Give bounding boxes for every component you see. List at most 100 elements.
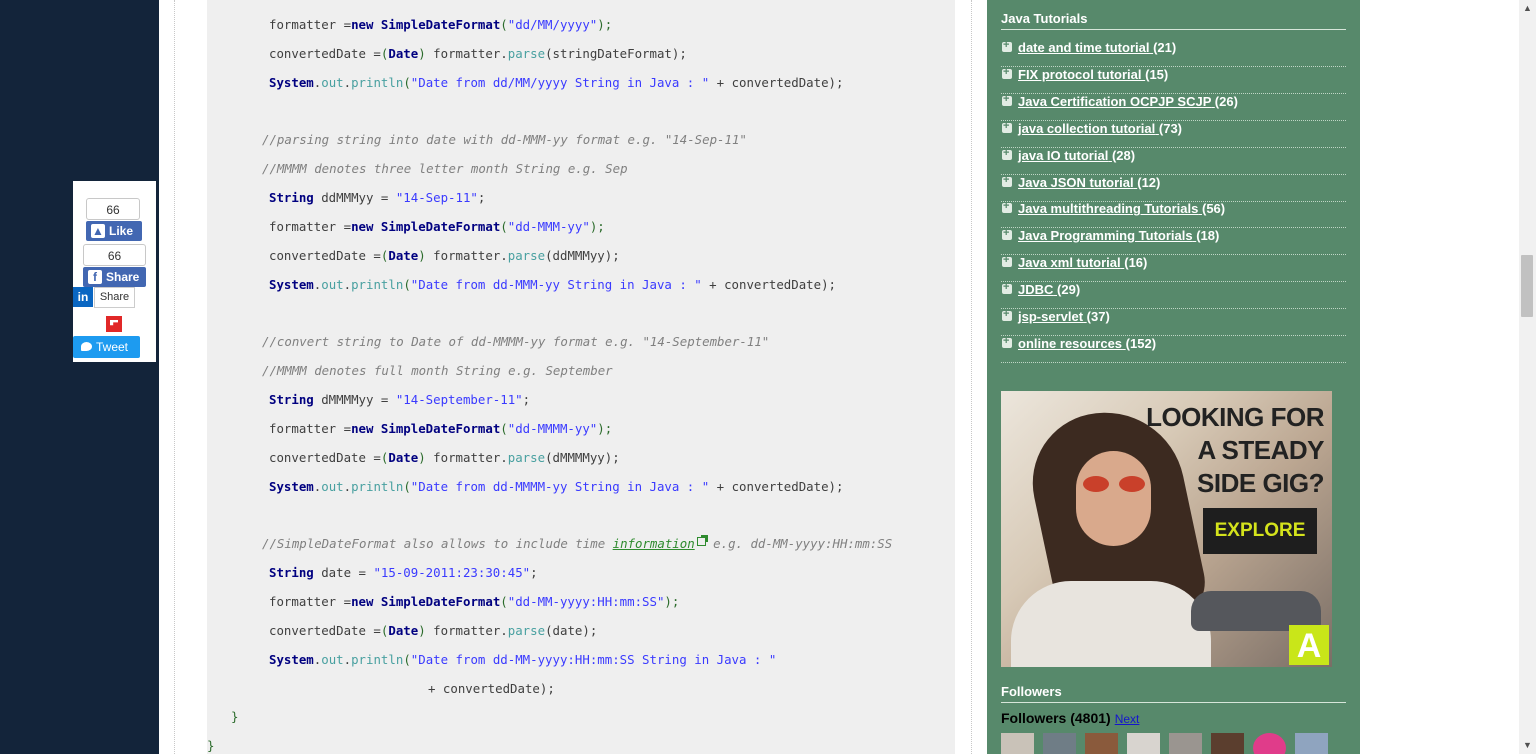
scrollbar-thumb[interactable] [1521, 255, 1533, 317]
followers-next-link[interactable]: Next [1115, 712, 1140, 726]
facebook-share-button[interactable]: f Share [83, 267, 146, 287]
category-item: Java Programming Tutorials (18) [1001, 227, 1346, 256]
expand-plus-icon[interactable] [1002, 174, 1012, 187]
ad-explore-button[interactable]: EXPLORE [1203, 508, 1317, 554]
category-link[interactable]: Java Programming Tutorials (18) [1018, 228, 1219, 243]
ad-headline-2: A STEADY [1197, 435, 1325, 465]
ad-logo: A [1289, 625, 1329, 665]
category-link[interactable]: java collection tutorial (73) [1018, 121, 1182, 136]
category-count: (12) [1137, 174, 1161, 190]
expand-plus-icon[interactable] [1002, 200, 1012, 214]
category-item: Java JSON tutorial (12) [1001, 174, 1346, 202]
category-item: JDBC (29) [1001, 281, 1346, 310]
category-link[interactable]: online resources (152) [1018, 336, 1156, 351]
expand-plus-icon[interactable] [1002, 66, 1012, 79]
follower-avatar[interactable] [1211, 733, 1244, 754]
code-line: String date = "15-09-2011:23:30:45"; [269, 565, 538, 580]
followers-divider [1001, 702, 1346, 703]
category-link[interactable]: Java Certification OCPJP SCJP (26) [1018, 94, 1238, 109]
category-count: (26) [1214, 93, 1238, 109]
share-count: 66 [83, 244, 146, 266]
expand-plus-icon[interactable] [1002, 308, 1012, 321]
expand-plus-icon[interactable] [1002, 120, 1012, 133]
category-item: java collection tutorial (73) [1001, 120, 1346, 148]
page-content: formatter =new SimpleDateFormat("dd/MM/y… [159, 0, 1520, 754]
code-comment: //parsing string into date with dd-MMM-y… [262, 132, 747, 147]
ad-headline-1: LOOKING FOR [1146, 402, 1324, 432]
content-border-left [174, 0, 175, 754]
ad-photo-shirt [1011, 581, 1211, 667]
tweet-button[interactable]: Tweet [73, 336, 140, 358]
expand-plus-icon[interactable] [1002, 147, 1012, 160]
code-comment: //MMMM denotes full month String e.g. Se… [262, 363, 613, 378]
scroll-up-arrow-icon[interactable]: ▲ [1519, 0, 1536, 17]
follower-avatar[interactable] [1085, 733, 1118, 754]
category-item: jsp-servlet (37) [1001, 308, 1346, 336]
code-line: formatter =new SimpleDateFormat("dd-MMM-… [269, 219, 605, 234]
category-count: (21) [1153, 40, 1177, 55]
code-brace: } [231, 709, 239, 724]
information-link[interactable]: information [613, 536, 695, 551]
code-line: String ddMMMyy = "14-Sep-11"; [269, 190, 486, 205]
follower-avatar[interactable] [1043, 733, 1076, 754]
expand-plus-icon[interactable] [1002, 227, 1012, 241]
follower-avatar[interactable] [1253, 733, 1286, 754]
social-share-bar: 66 ▲ Like 66 f Share in Share Tweet [73, 181, 156, 362]
expand-plus-icon[interactable] [1002, 335, 1012, 348]
category-link[interactable]: java IO tutorial (28) [1018, 148, 1135, 163]
expand-plus-icon[interactable] [1002, 93, 1012, 106]
java-tutorials-heading: Java Tutorials [1001, 11, 1088, 26]
category-item: Java Certification OCPJP SCJP (26) [1001, 93, 1346, 121]
expand-plus-icon[interactable] [1002, 39, 1012, 52]
follower-avatar[interactable] [1169, 733, 1202, 754]
sidebar: Java Tutorials date and time tutorial (2… [987, 0, 1360, 754]
code-line: convertedDate =(Date) formatter.parse(dd… [269, 248, 620, 263]
category-count: (16) [1124, 255, 1148, 271]
code-line: + convertedDate); [428, 681, 555, 696]
code-line: System.out.println("Date from dd-MM-yyyy… [269, 652, 777, 667]
category-count: (152) [1125, 335, 1157, 351]
ad-headline-3: SIDE GIG? [1197, 468, 1324, 498]
follower-avatar[interactable] [1001, 733, 1034, 754]
code-comment: //MMMM denotes three letter month String… [262, 161, 628, 176]
code-line: convertedDate =(Date) formatter.parse(st… [269, 46, 687, 61]
code-line: System.out.println("Date from dd/MM/yyyy… [269, 75, 844, 90]
category-link[interactable]: FIX protocol tutorial (15) [1018, 67, 1168, 82]
category-item: FIX protocol tutorial (15) [1001, 66, 1346, 94]
category-count: (37) [1086, 309, 1110, 324]
thumbs-up-icon: ▲ [91, 224, 105, 238]
category-count: (73) [1158, 120, 1183, 136]
category-link[interactable]: jsp-servlet (37) [1018, 309, 1110, 324]
code-line: formatter =new SimpleDateFormat("dd-MM-y… [269, 594, 680, 609]
follower-avatar[interactable] [1127, 733, 1160, 754]
category-link[interactable]: JDBC (29) [1018, 282, 1080, 297]
category-link[interactable]: Java xml tutorial (16) [1018, 255, 1147, 270]
category-item: Java xml tutorial (16) [1001, 254, 1346, 283]
category-count: (28) [1111, 147, 1136, 163]
category-link[interactable]: date and time tutorial (21) [1018, 40, 1176, 55]
scroll-down-arrow-icon[interactable]: ▼ [1519, 737, 1536, 754]
code-line: System.out.println("Date from dd-MMMM-yy… [269, 479, 844, 494]
expand-plus-icon[interactable] [1002, 281, 1012, 295]
category-count: (56) [1201, 201, 1226, 217]
category-item: Java multithreading Tutorials (56) [1001, 200, 1346, 229]
scrollbar[interactable]: ▲ ▼ [1519, 0, 1536, 754]
code-block: formatter =new SimpleDateFormat("dd/MM/y… [207, 0, 955, 754]
code-brace: } [207, 738, 215, 753]
advertisement[interactable]: LOOKING FOR A STEADY SIDE GIG? EXPLORE A [1001, 391, 1332, 667]
code-line: convertedDate =(Date) formatter.parse(dM… [269, 450, 620, 465]
flipboard-icon[interactable] [106, 316, 122, 332]
category-link[interactable]: Java JSON tutorial (12) [1018, 175, 1160, 190]
code-comment: //convert string to Date of dd-MMMM-yy f… [262, 334, 770, 349]
category-item: date and time tutorial (21) [1001, 39, 1346, 67]
category-link[interactable]: Java multithreading Tutorials (56) [1018, 201, 1225, 216]
category-count: (15) [1145, 66, 1169, 82]
code-line: convertedDate =(Date) formatter.parse(da… [269, 623, 598, 638]
expand-plus-icon[interactable] [1002, 254, 1012, 268]
category-count: (29) [1057, 282, 1081, 298]
code-line: System.out.println("Date from dd-MMM-yy … [269, 277, 836, 292]
facebook-like-button[interactable]: ▲ Like [86, 221, 142, 241]
facebook-icon: f [88, 270, 102, 284]
heading-divider [1001, 29, 1346, 30]
follower-avatar[interactable] [1295, 733, 1328, 754]
